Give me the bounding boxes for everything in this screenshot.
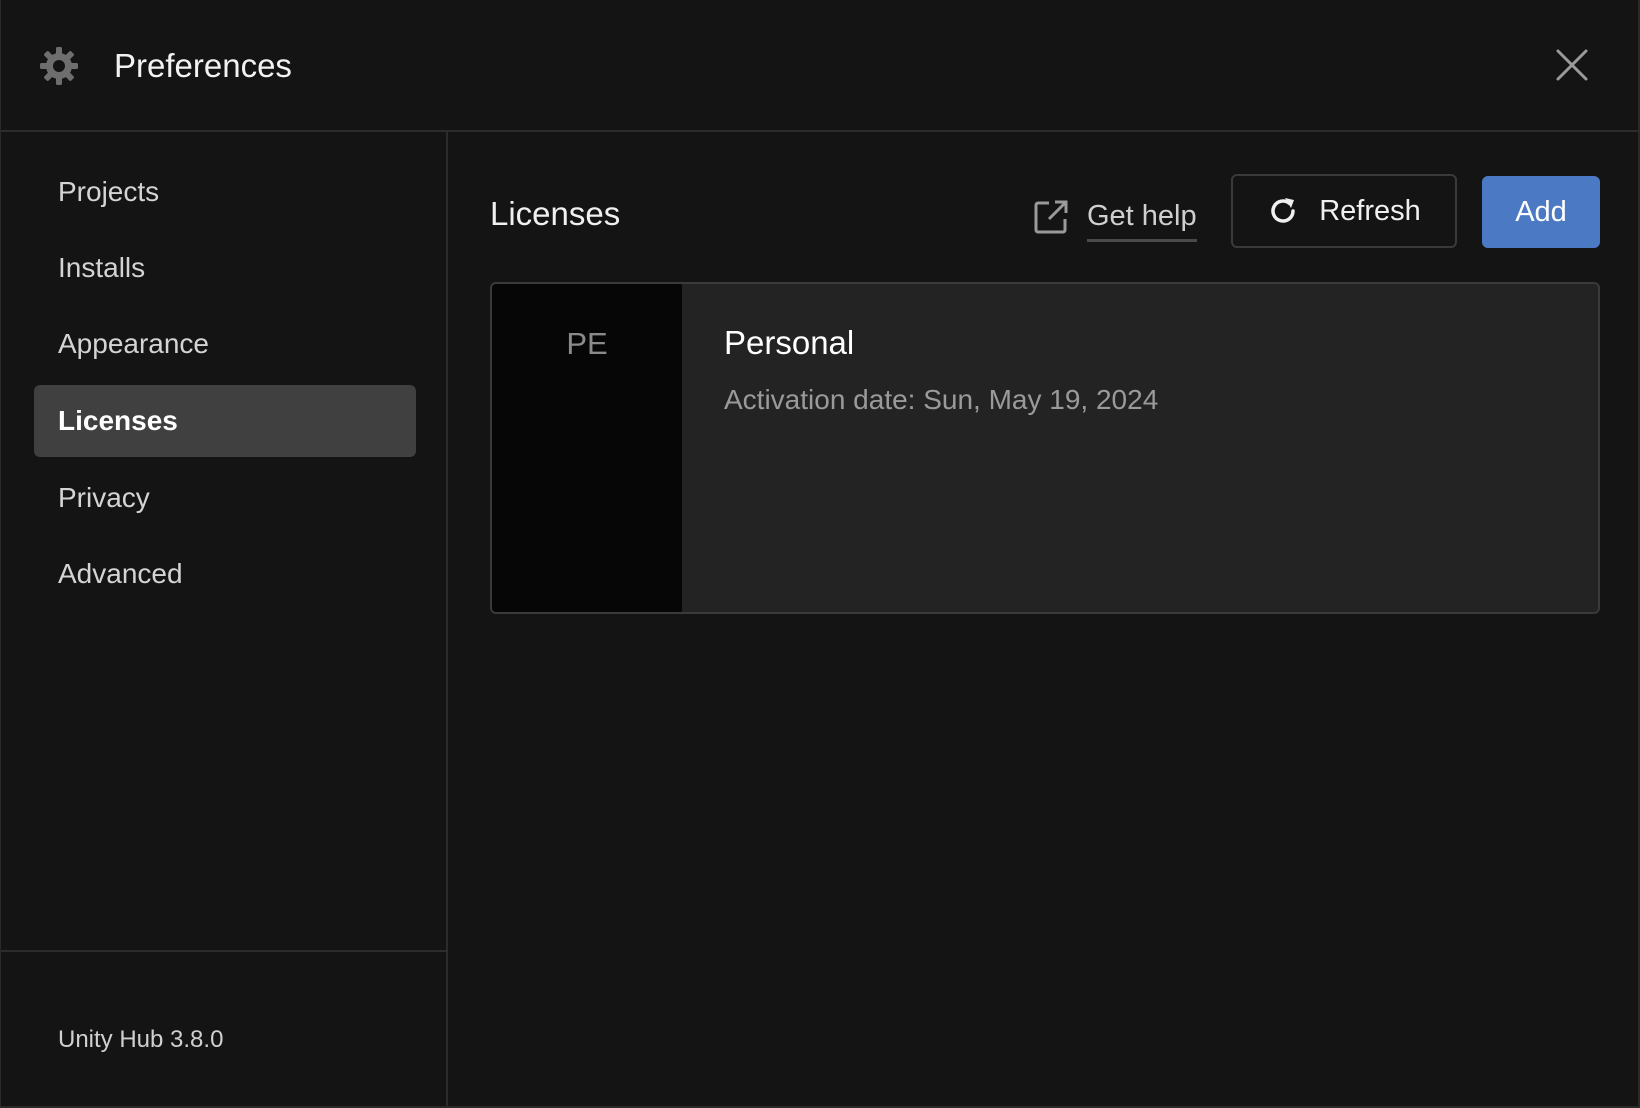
sidebar-item-projects[interactable]: Projects	[34, 156, 416, 228]
sidebar-item-licenses[interactable]: Licenses	[34, 385, 416, 457]
refresh-button[interactable]: Refresh	[1231, 174, 1457, 248]
get-help-link[interactable]: Get help	[1033, 192, 1197, 242]
license-badge-text: PE	[566, 326, 608, 361]
refresh-icon	[1271, 198, 1295, 223]
get-help-label: Get help	[1087, 200, 1197, 242]
sidebar-item-appearance[interactable]: Appearance	[34, 308, 416, 380]
refresh-label: Refresh	[1319, 194, 1421, 227]
sidebar-footer: Unity Hub 3.8.0	[1, 950, 446, 1106]
close-icon[interactable]	[1555, 48, 1589, 82]
add-button[interactable]: Add	[1482, 176, 1600, 248]
sidebar-item-privacy[interactable]: Privacy	[34, 462, 416, 534]
license-name: Personal	[724, 324, 855, 361]
main-panel: Licenses Get help Refresh Add PE Persona…	[448, 132, 1639, 1106]
sidebar-item-installs[interactable]: Installs	[34, 232, 416, 304]
sidebar-item-advanced[interactable]: Advanced	[34, 538, 416, 610]
gear-icon	[40, 47, 78, 85]
license-activation-date: Activation date: Sun, May 19, 2024	[724, 384, 1159, 415]
version-label: Unity Hub 3.8.0	[58, 1026, 224, 1053]
window-title: Preferences	[114, 47, 292, 84]
preferences-window: Preferences Projects Installs Appearance…	[0, 0, 1640, 1108]
sidebar: Projects Installs Appearance Licenses Pr…	[1, 132, 448, 1106]
external-link-icon	[1034, 200, 1068, 234]
license-card[interactable]: PE Personal Activation date: Sun, May 19…	[490, 282, 1600, 614]
title-bar: Preferences	[1, 0, 1638, 132]
page-title: Licenses	[490, 195, 621, 232]
